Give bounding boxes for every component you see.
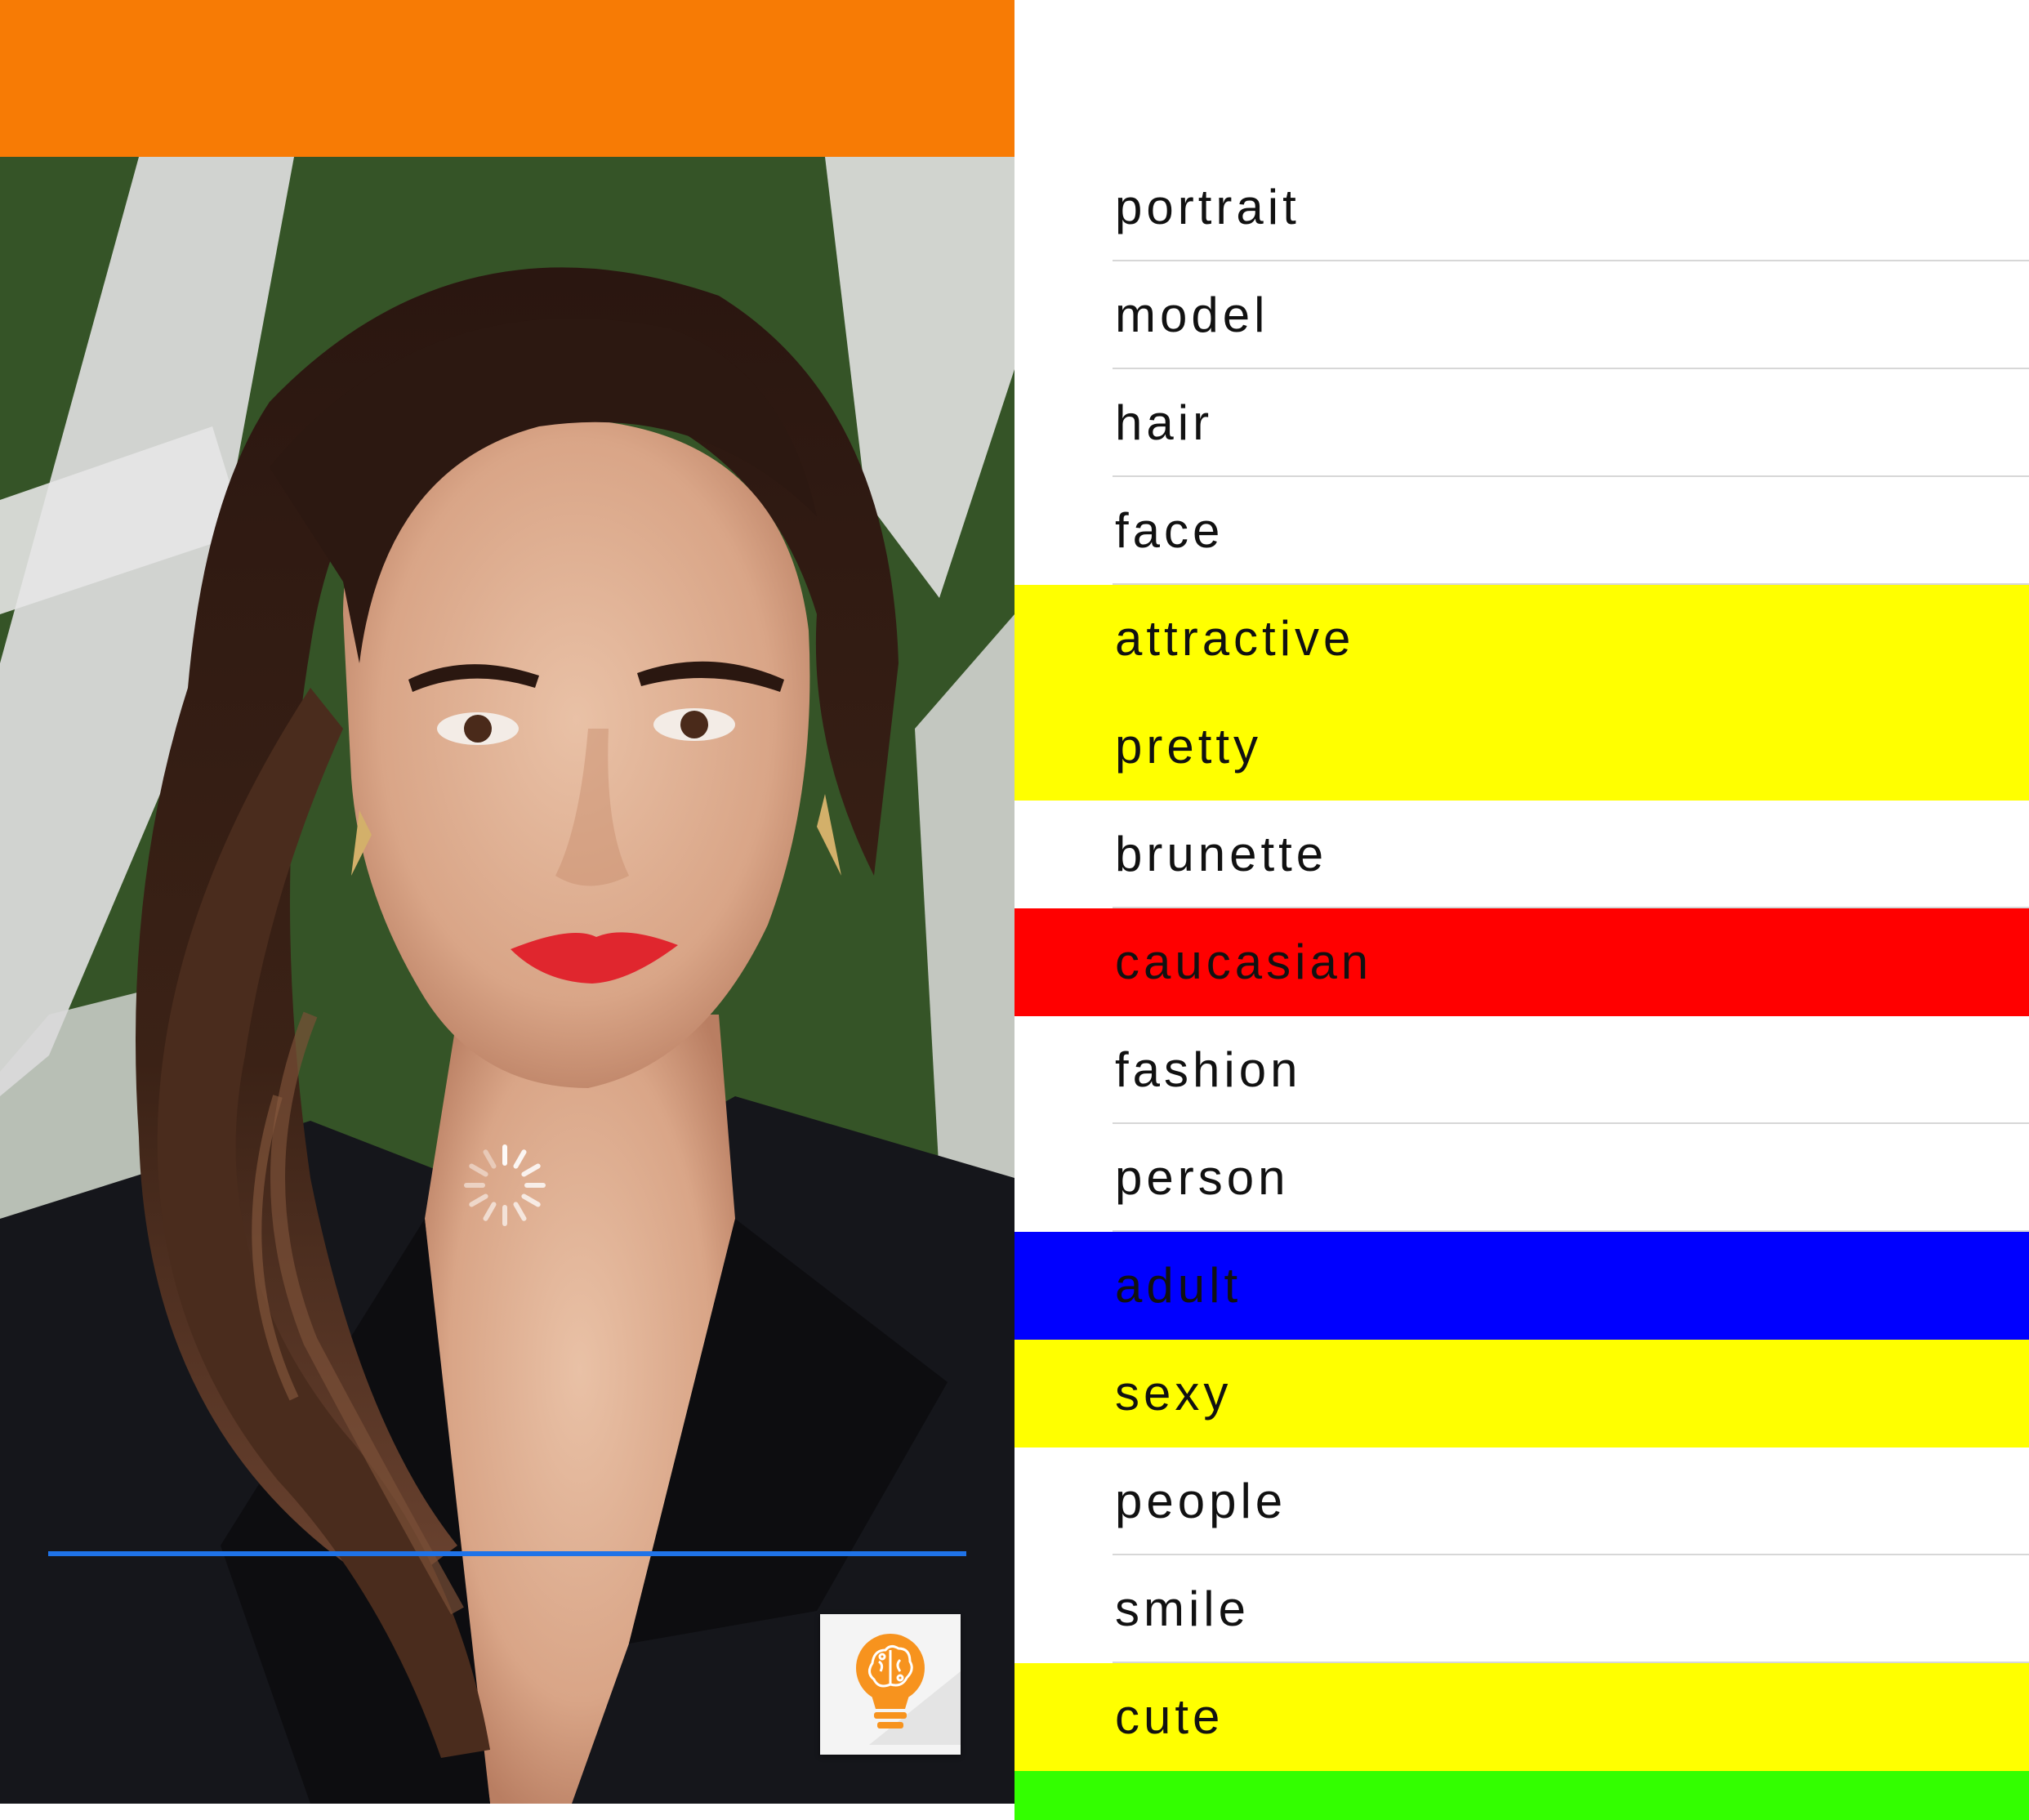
tag-label: adult [1115,1258,1242,1313]
tag-label: brunette [1115,827,1328,881]
loading-spinner-icon [462,1142,548,1229]
tag-label: pretty [1115,719,1263,774]
tag-label: sexy [1115,1366,1233,1421]
tag-row[interactable]: pretty [1014,693,2029,801]
tag-label: portrait [1115,180,1300,234]
tag-row[interactable]: cute [1014,1663,2029,1771]
tag-label: model [1115,288,1269,342]
tag-list: portrait model hair face attractive pretty bru… [1014,154,2029,1820]
tag-row[interactable] [1014,1771,2029,1820]
tag-row[interactable]: hair [1014,369,2029,477]
tag-row[interactable]: brunette [1014,801,2029,908]
tag-label: person [1115,1150,1290,1205]
tag-row[interactable]: face [1014,477,2029,585]
tag-label: attractive [1115,611,1355,666]
tag-row[interactable]: people [1014,1448,2029,1555]
tag-row[interactable]: smile [1014,1555,2029,1663]
tag-label: hair [1115,395,1214,450]
photo-panel [0,0,1014,1804]
tag-label: people [1115,1474,1287,1528]
tag-row[interactable]: fashion [1014,1016,2029,1124]
tag-label: face [1115,503,1224,558]
tag-row[interactable]: adult [1014,1232,2029,1340]
portrait-image [0,157,1014,1804]
tag-label: cute [1115,1689,1224,1744]
top-bar [0,0,1014,157]
portrait-photo [0,157,1014,1804]
tag-label: fashion [1115,1042,1302,1097]
tag-label: caucasian [1115,935,1373,989]
progress-line [48,1551,966,1556]
lightbulb-brain-icon [856,1634,961,1745]
tag-row[interactable]: attractive [1014,585,2029,693]
tag-row[interactable]: sexy [1014,1340,2029,1448]
tag-label: smile [1115,1581,1251,1636]
app-badge-button[interactable] [820,1614,961,1755]
tag-row[interactable]: caucasian [1014,908,2029,1016]
tag-row[interactable]: model [1014,261,2029,369]
tag-row[interactable]: person [1014,1124,2029,1232]
tag-row[interactable]: portrait [1014,154,2029,261]
